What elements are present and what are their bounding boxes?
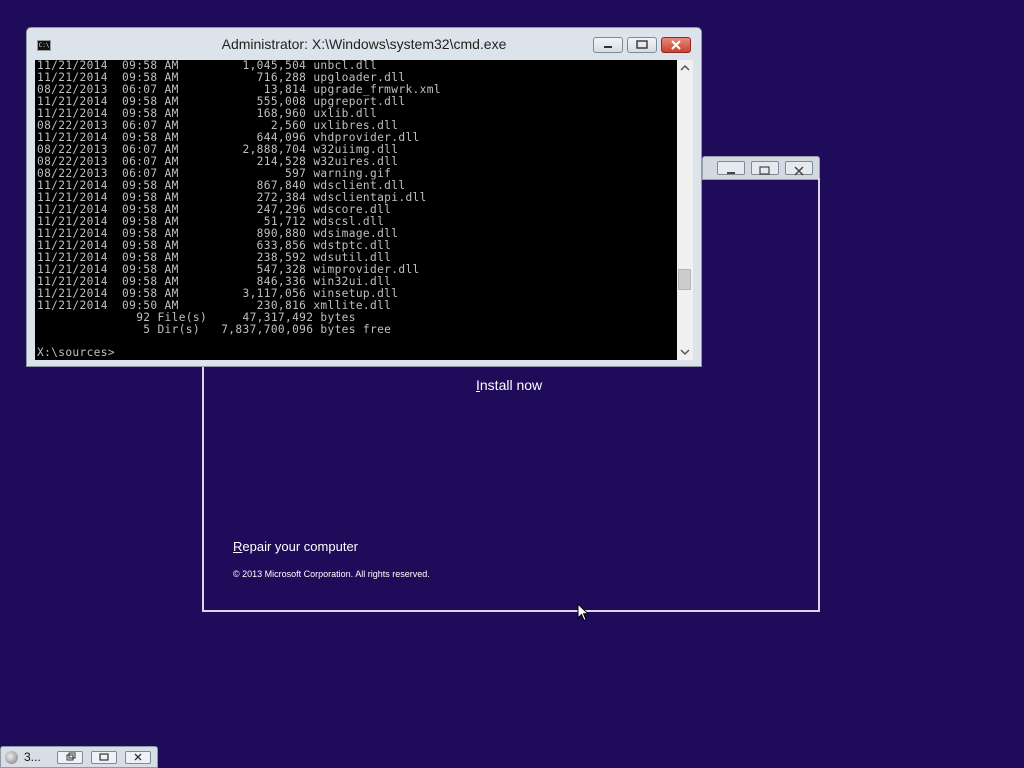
minimize-icon	[604, 46, 612, 48]
console-line: 5 Dir(s) 7,837,700,096 bytes free	[37, 323, 392, 336]
scroll-down-arrow-icon	[680, 349, 690, 356]
cmd-titlebar[interactable]: C:\ Administrator: X:\Windows\system32\c…	[27, 28, 701, 60]
minimize-icon	[727, 172, 735, 174]
setup-minimize-button[interactable]	[717, 161, 745, 175]
minimized-window-label: 3...	[24, 750, 41, 764]
mini-maximize-button[interactable]	[91, 751, 117, 764]
install-now-label: nstall now	[479, 377, 543, 393]
mini-restore-button[interactable]	[57, 751, 83, 764]
minimized-setup-window[interactable]: 3...	[0, 746, 158, 768]
copyright-text: © 2013 Microsoft Corporation. All rights…	[233, 569, 430, 579]
minimize-button[interactable]	[593, 37, 623, 53]
close-icon	[134, 753, 142, 761]
restore-icon	[759, 166, 770, 175]
console-output-area[interactable]: 11/21/2014 09:58 AM 1,045,504 unbcl.dll 1…	[35, 60, 693, 360]
mouse-cursor-icon	[577, 603, 589, 622]
command-prompt[interactable]: X:\sources>	[37, 347, 115, 359]
cmd-window[interactable]: C:\ Administrator: X:\Windows\system32\c…	[26, 27, 702, 367]
setup-restore-button[interactable]	[751, 161, 779, 175]
repair-label: epair your computer	[242, 539, 359, 554]
setup-disc-icon	[5, 751, 18, 764]
repair-accelerator: R	[233, 539, 243, 554]
restore-icon	[66, 752, 76, 761]
close-icon	[794, 166, 804, 176]
restore-icon	[636, 40, 648, 49]
close-icon	[671, 40, 681, 50]
setup-close-button[interactable]	[785, 161, 813, 176]
scroll-up-arrow-icon	[680, 64, 690, 71]
maximize-icon	[99, 753, 109, 761]
vertical-scrollbar[interactable]	[677, 60, 693, 360]
scroll-up-button[interactable]	[677, 60, 693, 76]
mini-close-button[interactable]	[125, 751, 151, 764]
scroll-down-button[interactable]	[677, 344, 693, 360]
setup-titlebar	[702, 156, 820, 180]
close-button[interactable]	[661, 37, 691, 53]
restore-button[interactable]	[627, 37, 657, 53]
console-output: 11/21/2014 09:58 AM 1,045,504 unbcl.dll 1…	[37, 60, 441, 336]
repair-your-computer-link[interactable]: Repair your computer	[233, 539, 358, 554]
install-now-button[interactable]: Install now	[476, 377, 542, 393]
scrollbar-thumb[interactable]	[678, 269, 691, 290]
